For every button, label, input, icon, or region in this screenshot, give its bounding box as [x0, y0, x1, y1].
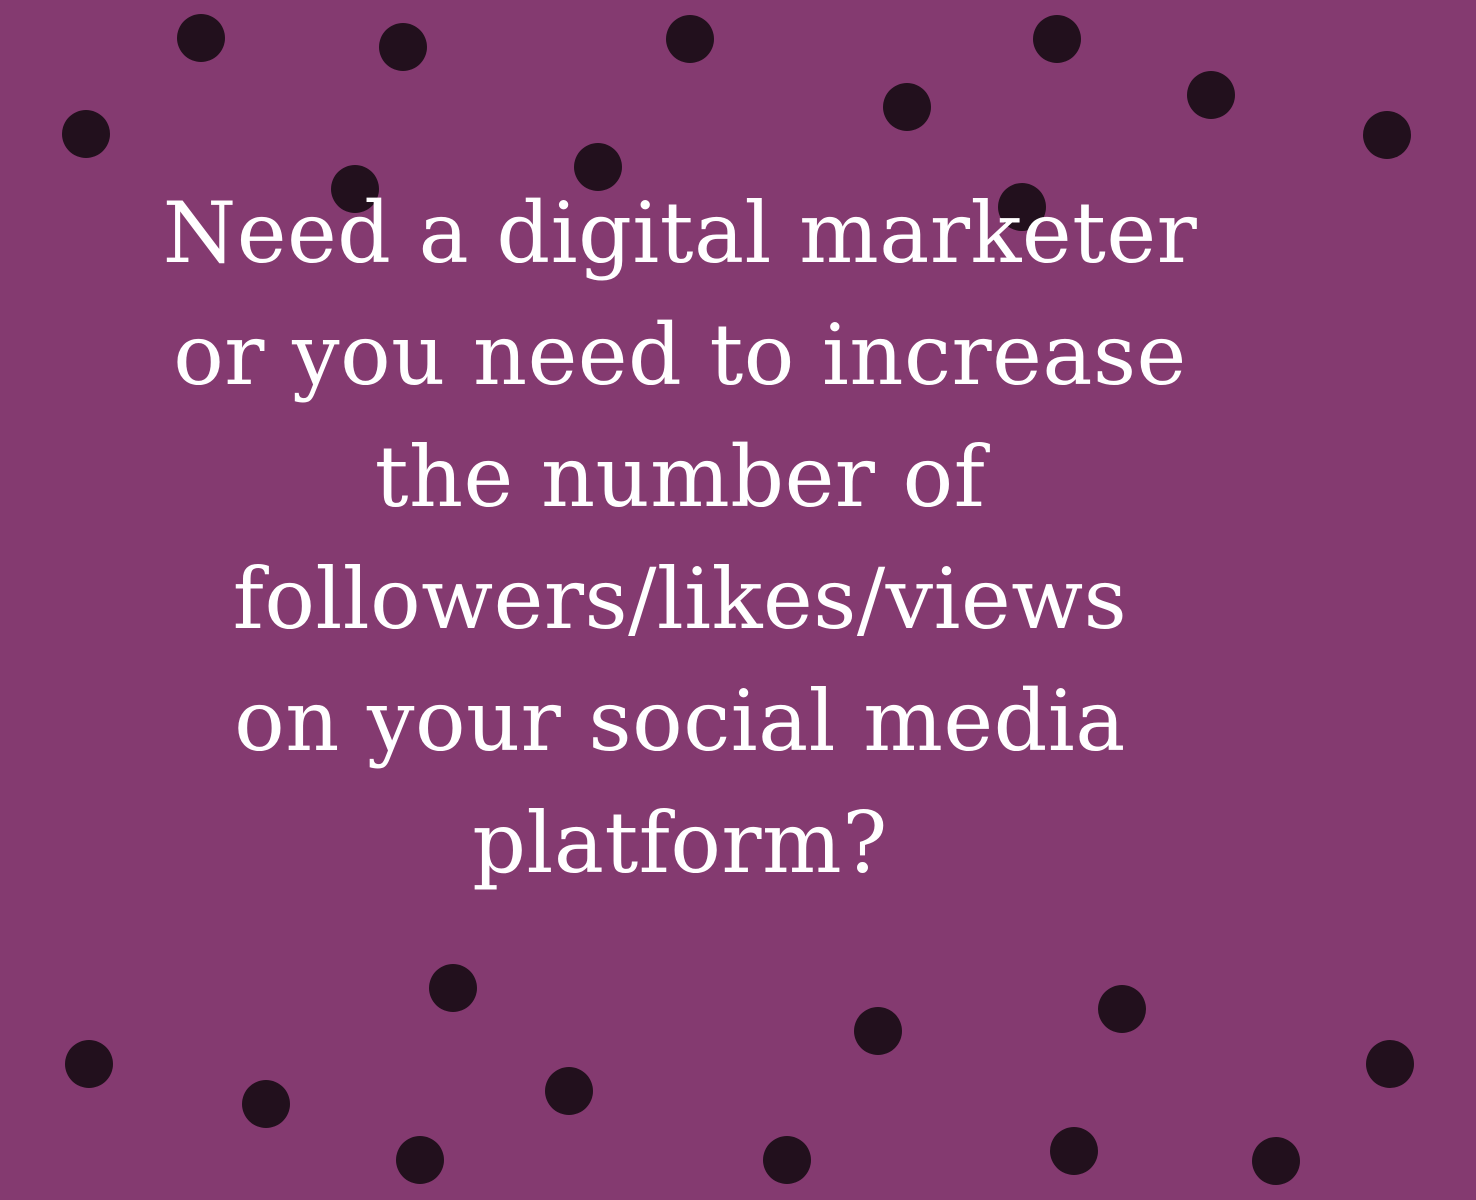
- polka-dot: [1098, 985, 1146, 1033]
- polka-dot: [429, 964, 477, 1012]
- headline-line-4: followers/likes/views: [232, 550, 1128, 648]
- headline-line-5: on your social media: [234, 672, 1126, 770]
- polka-dot: [1363, 111, 1411, 159]
- polka-dot: [545, 1067, 593, 1115]
- polka-dot: [177, 14, 225, 62]
- polka-dot: [65, 1040, 113, 1088]
- polka-dot: [1033, 15, 1081, 63]
- polka-dot: [379, 23, 427, 71]
- headline-line-6: platform?: [472, 794, 888, 892]
- polka-dot: [1050, 1127, 1098, 1175]
- polka-dot-background: Need a digital marketer or you need to i…: [0, 0, 1476, 1200]
- polka-dot: [1252, 1137, 1300, 1185]
- polka-dot: [396, 1136, 444, 1184]
- polka-dot: [666, 15, 714, 63]
- headline-line-3: the number of: [374, 428, 986, 526]
- polka-dot: [763, 1136, 811, 1184]
- polka-dot: [62, 110, 110, 158]
- headline-text: Need a digital marketer or you need to i…: [70, 172, 1290, 904]
- polka-dot: [1366, 1040, 1414, 1088]
- headline-line-1: Need a digital marketer: [162, 184, 1198, 282]
- polka-dot: [1187, 71, 1235, 119]
- polka-dot: [854, 1007, 902, 1055]
- polka-dot: [242, 1080, 290, 1128]
- headline-line-2: or you need to increase: [173, 306, 1187, 404]
- polka-dot: [883, 83, 931, 131]
